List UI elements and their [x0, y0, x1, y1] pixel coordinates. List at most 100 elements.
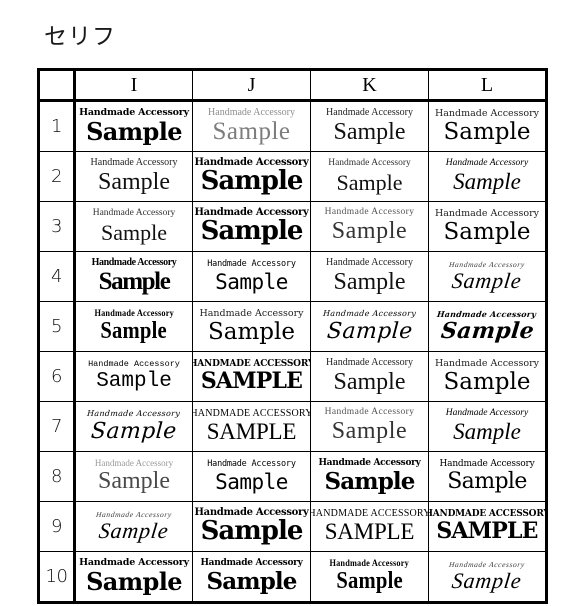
font-sample: Handmade Accessory Sample	[312, 303, 428, 351]
font-sample-cell[interactable]: Handmade Accessory Sample	[74, 151, 193, 202]
font-sample-cell[interactable]: Handmade Accessory Sample	[310, 100, 429, 152]
table-row: 7 Handmade Accessory Sample HANDMADE ACCESS…	[38, 401, 547, 452]
sample-word: Sample	[101, 219, 167, 245]
table-row: 10 Handmade Accessory Sample Handmade Acces…	[38, 551, 547, 603]
font-sample-cell[interactable]: Handmade Accessory Sample	[428, 151, 547, 202]
sample-word: Sample	[325, 318, 414, 344]
sample-word: Sample	[86, 567, 182, 597]
font-sample-cell[interactable]: Handmade Accessory Sample	[192, 201, 311, 252]
font-sample-cell[interactable]: Handmade Accessory Sample	[74, 251, 193, 302]
font-sample-cell[interactable]: Handmade Accessory Sample	[74, 501, 193, 552]
font-sample-cell[interactable]: Handmade Accessory Sample	[310, 401, 429, 452]
sample-word: SAMPLE	[324, 519, 415, 545]
sample-word: Sample	[96, 369, 172, 393]
column-header-j: J	[192, 69, 311, 102]
row-label-7: 7	[38, 401, 76, 452]
sample-word: Sample	[206, 567, 298, 595]
font-sample-cell[interactable]: Handmade Accessory Sample	[74, 401, 193, 452]
sample-word: Sample	[333, 118, 406, 145]
row-label-3: 3	[38, 201, 76, 252]
font-sample-cell[interactable]: Handmade Accessory Sample	[192, 301, 311, 352]
font-sample-cell[interactable]: Handmade Accessory Sample	[428, 401, 547, 452]
row-label-1: 1	[38, 100, 76, 152]
font-sample-cell[interactable]: Handmade Accessory Sample	[310, 201, 429, 252]
font-sample-cell[interactable]: HANDMADE ACCESSORY SAMPLE	[310, 501, 429, 552]
font-sample-cell[interactable]: Handmade Accessory Sample	[192, 451, 311, 502]
table-row: 4 Handmade Accessory Sample Handmade Access…	[38, 251, 547, 302]
sample-word: Sample	[98, 468, 170, 495]
font-sample-cell[interactable]: Handmade Accessory Sample	[310, 251, 429, 302]
font-sample-cell[interactable]: Handmade Accessory Sample	[74, 551, 193, 603]
font-sample-cell[interactable]: HANDMADE ACCESSORY SAMPLE	[192, 401, 311, 452]
font-sample-cell[interactable]: Handmade Accessory Sample	[74, 451, 193, 502]
row-label-8: 8	[38, 451, 76, 502]
font-sample-cell[interactable]: Handmade Accessory Sample	[74, 100, 193, 152]
sample-word: Sample	[200, 166, 304, 197]
font-sample-cell[interactable]: Handmade Accessory Sample	[192, 100, 311, 152]
sample-tagline: Handmade Accessory	[445, 407, 529, 418]
sample-tagline: Handmade Accessory	[88, 359, 180, 370]
sample-word: Sample	[336, 568, 403, 595]
font-sample: Handmade Accessory Sample	[430, 303, 546, 351]
sample-word: Sample	[86, 117, 182, 147]
font-sample-cell[interactable]: Handmade Accessory Sample	[428, 551, 547, 603]
font-sample-cell[interactable]: Handmade Accessory Sample	[192, 501, 311, 552]
font-sample: Handmade Accessory Sample	[430, 102, 546, 151]
sample-word: Sample	[450, 268, 524, 294]
font-sample-cell[interactable]: Handmade Accessory Sample	[428, 100, 547, 152]
font-sample-cell[interactable]: Handmade Accessory Sample	[310, 351, 429, 402]
table-row: 3 Handmade Accessory Sample Handmade Access…	[38, 201, 547, 252]
font-sample-cell[interactable]: Handmade Accessory Sample	[428, 451, 547, 502]
sample-tagline: HANDMADE ACCESSORY	[311, 507, 428, 519]
sample-word: Sample	[324, 467, 416, 495]
font-sample: HANDMADE ACCESSORY SAMPLE	[193, 403, 310, 451]
font-sample-cell[interactable]: Handmade Accessory Sample	[428, 251, 547, 302]
sample-word: Sample	[331, 418, 408, 445]
table-row: 6 Handmade Accessory Sample HANDMADE ACCESS…	[38, 351, 547, 402]
sample-word: Sample	[443, 218, 531, 245]
font-sample-cell[interactable]: HANDMADE ACCESSORY SAMPLE	[428, 501, 547, 552]
sample-tagline: Handmade Accessory	[324, 407, 415, 418]
font-sample: HANDMADE ACCESSORY SAMPLE	[311, 503, 428, 551]
font-sample-cell[interactable]: Handmade Accessory Sample	[310, 151, 429, 202]
font-sample: Handmade Accessory Sample	[430, 253, 546, 301]
font-sample-cell[interactable]: Handmade Accessory Sample	[192, 151, 311, 202]
font-sample-cell[interactable]: Handmade Accessory Sample	[310, 451, 429, 502]
table-body: 1 Handmade Accessory Sample Handmade Access…	[38, 100, 547, 603]
sample-word: Sample	[200, 516, 304, 547]
font-sample-cell[interactable]: Handmade Accessory Sample	[428, 351, 547, 402]
sample-tagline: Handmade Accessory	[208, 106, 295, 118]
font-sample-cell[interactable]: Handmade Accessory Sample	[192, 251, 311, 302]
sample-word: Sample	[450, 568, 524, 594]
font-sample: Handmade Accessory Sample	[430, 403, 546, 451]
font-sample: Handmade Accessory Sample	[194, 203, 310, 251]
sample-word: Sample	[331, 218, 408, 245]
font-sample: Handmade Accessory Sample	[312, 253, 428, 301]
font-sample-cell[interactable]: Handmade Accessory Sample	[428, 301, 547, 352]
font-sample-cell[interactable]: Handmade Accessory Sample	[310, 301, 429, 352]
sample-word: SAMPLE	[200, 368, 303, 395]
font-sample-cell[interactable]: Handmade Accessory Sample	[192, 551, 311, 603]
sample-tagline: Handmade Accessory	[329, 557, 410, 568]
font-sample-cell[interactable]: Handmade Accessory Sample	[74, 201, 193, 252]
font-sample: Handmade Accessory Sample	[76, 203, 192, 251]
font-specimen-table: I J K L 1 Handmade Accessory Sample Handmad…	[37, 68, 548, 604]
sample-tagline: HANDMADE ACCESSORY	[193, 407, 310, 419]
font-sample: Handmade Accessory Sample	[194, 253, 310, 301]
table-row: 9 Handmade Accessory Sample Handmade Access…	[38, 501, 547, 552]
font-sample: Handmade Accessory Sample	[194, 153, 310, 201]
font-sample: Handmade Accessory Sample	[312, 403, 428, 451]
font-sample-cell[interactable]: Handmade Accessory Sample	[310, 551, 429, 603]
font-sample-cell[interactable]: Handmade Accessory Sample	[74, 301, 193, 352]
font-sample: HANDMADE ACCESSORY SAMPLE	[430, 503, 546, 551]
row-label-2: 2	[38, 151, 76, 202]
font-sample-cell[interactable]: HANDMADE ACCESSORY SAMPLE	[192, 351, 311, 402]
font-sample: Handmade Accessory Sample	[312, 553, 428, 602]
font-sample-cell[interactable]: Handmade Accessory Sample	[74, 351, 193, 402]
column-header-k: K	[310, 69, 429, 102]
sample-tagline: Handmade Accessory	[94, 457, 174, 468]
row-label-6: 6	[38, 351, 76, 402]
font-sample: Handmade Accessory Sample	[76, 503, 192, 551]
sample-word: Sample	[200, 216, 304, 247]
font-sample-cell[interactable]: Handmade Accessory Sample	[428, 201, 547, 252]
